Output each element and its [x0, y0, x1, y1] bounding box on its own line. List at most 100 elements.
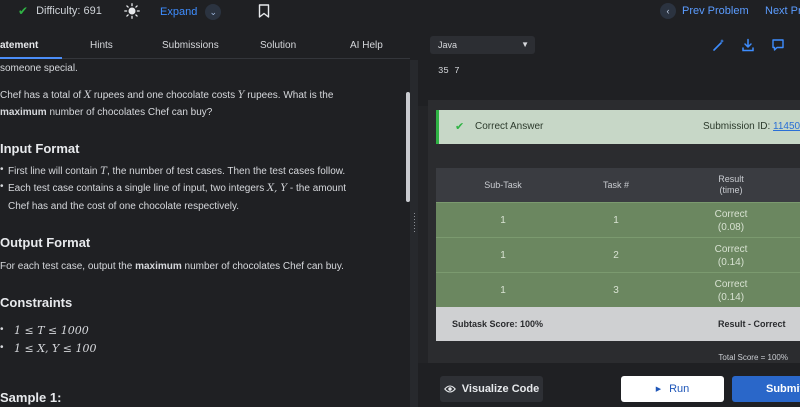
editor-toolbar: Java ▼ — [418, 30, 800, 60]
bullet: • — [0, 342, 4, 353]
math-xy: X, Y — [267, 183, 288, 194]
math-x: X — [83, 90, 92, 101]
verdict-text: Correct Answer — [475, 121, 544, 132]
cell-result: Correct (0.14) — [662, 273, 800, 308]
results-table: Sub-Task Task # Result (time) 1 1 Correc… — [436, 168, 800, 375]
col-result: Result (time) — [662, 168, 800, 202]
submit-button[interactable]: Submit — [732, 376, 800, 402]
result-summary: Result - Correct — [718, 319, 786, 329]
constraints-heading: Constraints — [0, 295, 73, 310]
cell-subtask: 1 — [500, 285, 506, 296]
language-select[interactable]: Java ▼ — [430, 36, 535, 54]
next-problem-link[interactable]: Next Pr — [765, 5, 800, 17]
statement-paragraph: Chef has a total of X rupees and one cho… — [0, 87, 333, 104]
bullet: • — [0, 164, 4, 175]
input-line-1: First line will contain T, the number of… — [8, 163, 345, 180]
tab-solution[interactable]: Solution — [260, 40, 296, 51]
statement-text: rupees and one chocolate costs — [91, 90, 238, 101]
comment-icon[interactable] — [771, 38, 785, 52]
submission-result-panel: ✔ Correct Answer Submission ID: 11450 Su… — [428, 100, 800, 375]
bookmark-icon[interactable] — [258, 4, 270, 18]
input-text: Each test case contains a single line of… — [8, 183, 268, 194]
prev-problem-link[interactable]: Prev Problem — [682, 5, 749, 17]
theme-toggle-sun-icon[interactable] — [124, 3, 140, 19]
constraint-1: 1 ≤ T ≤ 1000 — [14, 324, 89, 337]
cell-task: 3 — [613, 285, 619, 296]
top-bar: ✔ Difficulty: 691 Expand ⌄ ‹ Prev Proble… — [0, 0, 800, 24]
output-format-heading: Output Format — [0, 235, 91, 250]
magic-wand-icon[interactable] — [712, 38, 726, 52]
col-result-label: Result (time) — [718, 174, 744, 195]
result-time: (0.14) — [717, 256, 745, 268]
input-line-2-cont: Chef has and the cost of one chocolate r… — [8, 201, 240, 212]
custom-input-text: 35 7 — [438, 66, 460, 76]
bold-maximum: maximum — [0, 107, 47, 118]
output-text: For each test case, output the — [0, 261, 136, 272]
sample-heading: Sample 1: — [0, 390, 62, 405]
input-text: First line will contain — [8, 166, 101, 177]
subtask-score: Subtask Score: 100% — [452, 319, 544, 329]
check-icon: ✔ — [18, 4, 29, 18]
visualize-code-button[interactable]: Visualize Code — [440, 376, 543, 402]
total-score: Total Score = 100% — [718, 353, 788, 362]
verdict-banner: ✔ Correct Answer Submission ID: 11450 — [436, 110, 800, 144]
cell-task: 2 — [613, 250, 619, 261]
input-line-2: Each test case contains a single line of… — [8, 180, 346, 197]
cell-subtask: 1 — [500, 215, 506, 226]
bold-maximum: maximum — [135, 261, 182, 272]
output-line: For each test case, output the maximum n… — [0, 258, 344, 275]
pane-splitter[interactable] — [410, 60, 418, 407]
tab-ai-help[interactable]: AI Help — [350, 40, 383, 51]
download-icon[interactable] — [741, 38, 755, 52]
result-status: Correct — [714, 208, 748, 220]
tab-hints[interactable]: Hints — [90, 40, 113, 51]
difficulty-label: Difficulty: 691 — [36, 5, 102, 17]
result-status: Correct — [714, 243, 748, 255]
table-row: 1 3 Correct (0.14) — [436, 272, 800, 307]
col-subtask: Sub-Task — [484, 179, 522, 190]
action-bar: Visualize Code ▶ Run Submit — [418, 363, 800, 407]
statement-text-cont: someone special. — [0, 63, 78, 74]
constraint-2: 1 ≤ X, Y ≤ 100 — [14, 342, 97, 355]
check-icon: ✔ — [455, 121, 465, 133]
input-text: , the number of test cases. Then the tes… — [106, 166, 346, 177]
cell-result: Correct (0.14) — [662, 238, 800, 273]
subtask-score-row: Subtask Score: 100% Result - Correct — [436, 307, 800, 341]
table-row: 1 2 Correct (0.14) — [436, 237, 800, 272]
submission-id-link[interactable]: 11450 — [773, 121, 800, 132]
run-label: Run — [669, 383, 690, 395]
result-time: (0.14) — [717, 291, 745, 303]
table-row: 1 1 Correct (0.08) — [436, 202, 800, 237]
statement-text: Chef has a total of — [0, 90, 84, 101]
run-button[interactable]: ▶ Run — [621, 376, 724, 402]
statement-paragraph-line2: maximum number of chocolates Chef can bu… — [0, 104, 212, 121]
tab-submissions[interactable]: Submissions — [162, 40, 219, 51]
cell-task: 1 — [613, 215, 619, 226]
result-status: Correct — [714, 278, 748, 290]
input-format-heading: Input Format — [0, 141, 80, 156]
cell-subtask: 1 — [500, 250, 506, 261]
expand-label: Expand — [160, 6, 198, 18]
drag-handle-icon[interactable] — [413, 212, 416, 232]
statement-text: rupees. What is the — [244, 90, 334, 101]
col-task: Task # — [602, 179, 629, 190]
math-t: T — [100, 166, 107, 177]
bullet: • — [0, 181, 4, 192]
bullet: • — [0, 324, 4, 335]
caret-down-icon: ▼ — [521, 40, 529, 49]
chevron-left-icon[interactable]: ‹ — [660, 3, 676, 19]
submission-id: Submission ID: 11450 — [703, 121, 800, 132]
expand-button[interactable]: Expand ⌄ — [160, 4, 222, 20]
tab-statement[interactable]: atement — [0, 40, 38, 51]
chevron-down-icon: ⌄ — [205, 4, 222, 20]
table-header: Sub-Task Task # Result (time) — [436, 168, 800, 202]
input-text: - the amount — [287, 183, 347, 194]
output-text: number of chocolates Chef can buy. — [181, 261, 344, 272]
cell-result: Correct (0.08) — [662, 203, 800, 238]
submit-label: Submit — [766, 383, 800, 395]
play-icon: ▶ — [655, 386, 662, 393]
problem-statement: someone special. Chef has a total of X r… — [0, 60, 410, 407]
code-panel: Java ▼ 35 7 ✔ Correct Answer Submission … — [418, 30, 800, 407]
eye-icon — [443, 385, 456, 393]
active-tab-indicator — [0, 57, 62, 59]
